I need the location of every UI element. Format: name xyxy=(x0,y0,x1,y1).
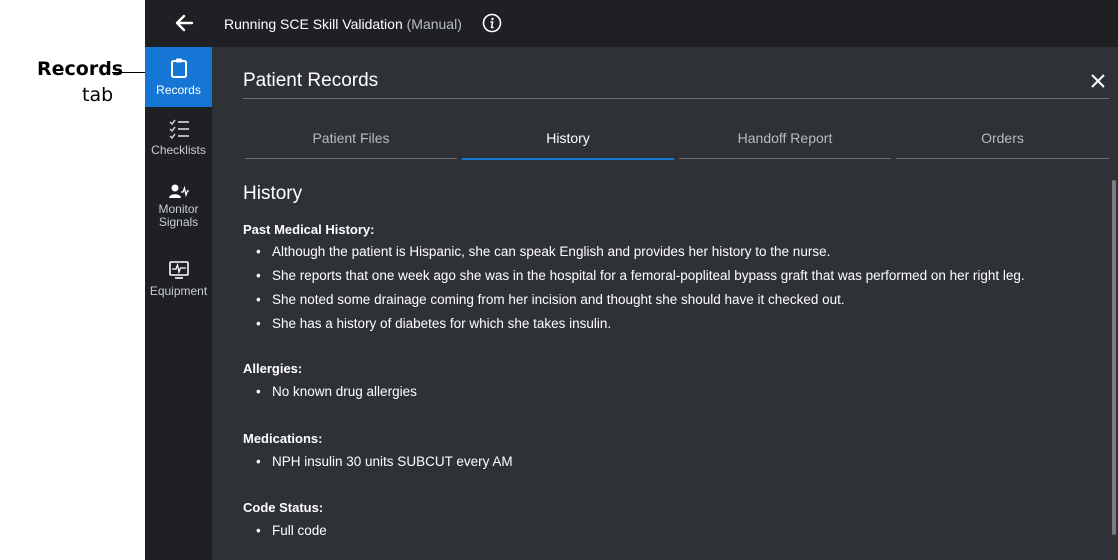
tab-handoff-report[interactable]: Handoff Report xyxy=(679,130,891,160)
sidebar-item-label: Checklists xyxy=(151,143,206,157)
sidebar-item-label: Monitor Signals xyxy=(158,202,199,229)
top-bar: Running SCE Skill Validation (Manual) xyxy=(145,0,1118,47)
title-mode: (Manual) xyxy=(402,16,462,32)
tab-underline-active xyxy=(462,158,674,160)
callout-pointer-line xyxy=(112,72,145,73)
section-header: Past Medical History: xyxy=(243,222,375,237)
tab-orders[interactable]: Orders xyxy=(896,130,1109,160)
app-window: Running SCE Skill Validation (Manual) Re… xyxy=(145,0,1118,560)
info-icon[interactable] xyxy=(482,13,502,33)
section-header: Allergies: xyxy=(243,361,303,376)
equipment-icon xyxy=(168,261,189,279)
simulation-title: Running SCE Skill Validation (Manual) xyxy=(224,16,462,32)
sidebar-item-records[interactable]: Records xyxy=(145,47,212,107)
back-arrow-icon[interactable] xyxy=(173,12,195,34)
tab-underline xyxy=(896,158,1109,159)
tab-patient-files[interactable]: Patient Files xyxy=(245,130,457,160)
sidebar-item-equipment[interactable]: Equipment xyxy=(145,260,212,310)
title-main: Running SCE Skill Validation xyxy=(224,16,403,32)
sidebar-item-checklists[interactable]: Checklists xyxy=(145,119,212,169)
records-tab-callout: Records tab xyxy=(0,58,145,118)
scrollbar[interactable] xyxy=(1112,180,1116,535)
tab-history[interactable]: History xyxy=(462,130,674,160)
list-item: Although the patient is Hispanic, she ca… xyxy=(256,244,830,259)
callout-title: Records xyxy=(37,58,124,80)
list-item: She reports that one week ago she was in… xyxy=(256,268,1025,283)
checklist-icon xyxy=(168,119,189,139)
monitor-signals-icon xyxy=(168,184,189,198)
section-header: Medications: xyxy=(243,431,323,446)
tab-underline xyxy=(679,158,891,159)
section-header: Code Status: xyxy=(243,500,324,515)
section-title: History xyxy=(243,183,303,204)
callout-subtitle: tab xyxy=(82,84,114,106)
tab-underline xyxy=(245,158,457,159)
sidebar-item-label: Equipment xyxy=(149,284,208,298)
clipboard-icon xyxy=(170,58,187,78)
divider xyxy=(243,98,1109,99)
sidebar-item-monitor-signals[interactable]: Monitor Signals xyxy=(145,183,212,241)
list-item: Full code xyxy=(256,523,327,538)
panel-title: Patient Records xyxy=(243,70,379,91)
sidebar: Records Checklists Monitor Signals Equipm… xyxy=(145,47,212,560)
list-item: No known drug allergies xyxy=(256,384,417,399)
sidebar-item-label: Records xyxy=(156,83,201,97)
list-item: She has a history of diabetes for which … xyxy=(256,316,611,331)
list-item: NPH insulin 30 units SUBCUT every AM xyxy=(256,454,513,469)
close-icon[interactable] xyxy=(1089,72,1107,90)
list-item: She noted some drainage coming from her … xyxy=(256,292,845,307)
